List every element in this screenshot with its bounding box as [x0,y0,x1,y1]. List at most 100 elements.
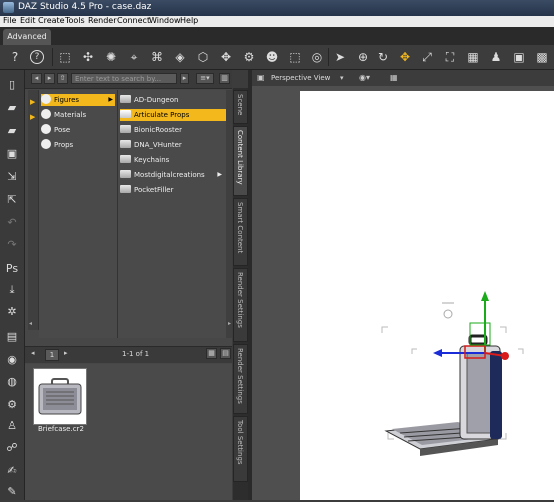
tab-render-settings[interactable]: Render Settings [233,268,248,342]
scroll-right-icon[interactable]: ▸ [228,320,231,327]
rig-icon[interactable]: ☍ [5,441,19,455]
translate-icon[interactable]: ✥ [398,50,412,64]
folder-item[interactable]: DNA_VHunter [120,139,226,151]
grid-icon[interactable]: ▦ [466,50,480,64]
home-button[interactable]: ⇧ [57,73,68,84]
tab-render-settings-2[interactable]: Render Settings [233,344,248,414]
zoom-icon[interactable]: ⊕ [356,50,370,64]
next-page-icon[interactable]: ▸ [64,349,68,357]
orbit-icon[interactable]: ↻ [376,50,390,64]
camera-selector[interactable]: Perspective View [271,74,330,82]
tab-scene[interactable]: Scene [233,90,248,124]
folder-item[interactable]: Mostdigitalcreations ▶ [120,169,226,181]
figure-icon [41,94,51,104]
pose-icon[interactable]: ♙ [5,419,19,433]
category-pose[interactable]: Pose [41,124,115,136]
menu-help[interactable]: Help [180,16,198,25]
category-props[interactable]: Props [41,139,115,151]
surface-selection-icon[interactable]: ⌖ [127,50,141,64]
geometry-editor-icon[interactable]: ◈ [173,50,187,64]
menu-connect[interactable]: Connect [117,16,150,25]
target-icon[interactable]: ◉ [5,353,19,367]
figure-tool-icon[interactable]: ☻ [265,50,279,64]
expand-arrow-icon: ▶ [217,171,222,178]
help-icon[interactable]: ? [30,50,44,64]
node-tool-icon[interactable]: ⬚ [288,50,302,64]
folder-item[interactable]: AD-Dungeon [120,94,226,106]
send-down-icon[interactable]: ⤓ [5,283,19,297]
pane-options-icon[interactable]: ▥ [219,73,230,84]
active-pose-icon[interactable]: ✥ [219,50,233,64]
folder-item[interactable]: BionicRooster [120,124,226,136]
photoshop-bridge-icon[interactable]: Ps [5,262,19,276]
redo-icon[interactable]: ↷ [5,238,19,252]
figure-setup-icon[interactable]: ✍ [5,464,19,478]
category-materials[interactable]: Materials [41,109,115,121]
menu-create[interactable]: Create [38,16,65,25]
people-icon[interactable]: ♟ [489,50,503,64]
prev-page-icon[interactable]: ◂ [31,349,35,357]
expand-arrow-icon[interactable]: ▶ [30,113,35,121]
menu-render[interactable]: Render [88,16,116,25]
tab-content-library[interactable]: Content Library [233,126,248,196]
camera-tool-icon[interactable]: ◎ [310,50,324,64]
open-icon[interactable]: ▰ [5,101,19,115]
scroll-left-icon[interactable]: ◂ [29,320,32,327]
render-icon[interactable]: ▣ [512,50,526,64]
chevron-down-icon[interactable]: ▾ [340,74,344,82]
transform-icon[interactable]: ⛶ [443,50,457,64]
folder-item[interactable]: Keychains [120,154,226,166]
view-mode-dropdown[interactable]: ≡▾ [196,73,214,84]
node-weight-icon[interactable]: ⚙ [242,50,256,64]
window-title: DAZ Studio 4.5 Pro - case.daz [18,2,152,12]
viewport-canvas[interactable] [300,91,554,500]
pointer-icon[interactable]: ➤ [333,50,347,64]
daz-app-icon [3,2,14,13]
menu-file[interactable]: File [3,16,16,25]
briefcase-scene [381,291,524,456]
list-view-icon[interactable]: ▤ [220,348,231,359]
menu-window[interactable]: Window [149,16,181,25]
camera-icon[interactable]: ◍ [5,375,19,389]
page-number-field[interactable]: 1 [45,349,59,361]
export-icon[interactable]: ⇱ [5,193,19,207]
grid-view-icon[interactable]: ▦ [206,348,217,359]
scale-icon[interactable]: ⤢ [420,50,434,64]
joint-editor-icon[interactable]: ⌘ [150,50,164,64]
render-settings-icon[interactable]: ▩ [535,50,549,64]
search-input[interactable]: Enter text to search by... [71,73,177,84]
tab-tool-settings[interactable]: Tool Settings [233,416,248,482]
folder-item[interactable]: PocketFiller [120,184,226,196]
tree-scrollbar[interactable] [226,90,232,338]
spot-render-icon[interactable]: ✺ [104,50,118,64]
viewport-menu-icon[interactable]: ▣ [257,73,265,82]
new-file-icon[interactable]: ▯ [5,78,19,92]
import-icon[interactable]: ⇲ [5,170,19,184]
draw-style-icon[interactable]: ◉▾ [359,73,370,82]
settings-icon[interactable]: ⚙ [5,398,19,412]
merge-icon[interactable]: ▰ [5,124,19,138]
menu-tools[interactable]: Tools [65,16,85,25]
folder-item[interactable]: Articulate Props [120,109,226,121]
what-this-icon[interactable]: ? [8,50,22,64]
props-icon [41,139,51,149]
viewport-options-icon[interactable]: ▦ [390,73,398,82]
universal-tool-icon[interactable]: ✣ [81,50,95,64]
undo-icon[interactable]: ↶ [5,216,19,230]
tab-advanced[interactable]: Advanced [3,29,51,45]
region-navigator-icon[interactable]: ⬡ [196,50,210,64]
asset-thumbnail[interactable] [33,368,87,425]
search-go-button[interactable]: ▸ [180,73,189,84]
save-icon[interactable]: ▣ [5,147,19,161]
node-selection-icon[interactable]: ⬚ [58,50,72,64]
back-button[interactable]: ◂ [31,73,42,84]
category-figures[interactable]: Figures ▶ [41,94,115,106]
panel-toggle-icon[interactable]: ▤ [5,330,19,344]
expand-arrow-icon[interactable]: ▶ [30,98,35,106]
decimator-icon[interactable]: ✲ [5,305,19,319]
tab-smart-content[interactable]: Smart Content [233,198,248,266]
menu-edit[interactable]: Edit [20,16,36,25]
forward-button[interactable]: ▸ [44,73,55,84]
brush-icon[interactable]: ✎ [5,485,19,499]
folder-icon [120,95,131,103]
